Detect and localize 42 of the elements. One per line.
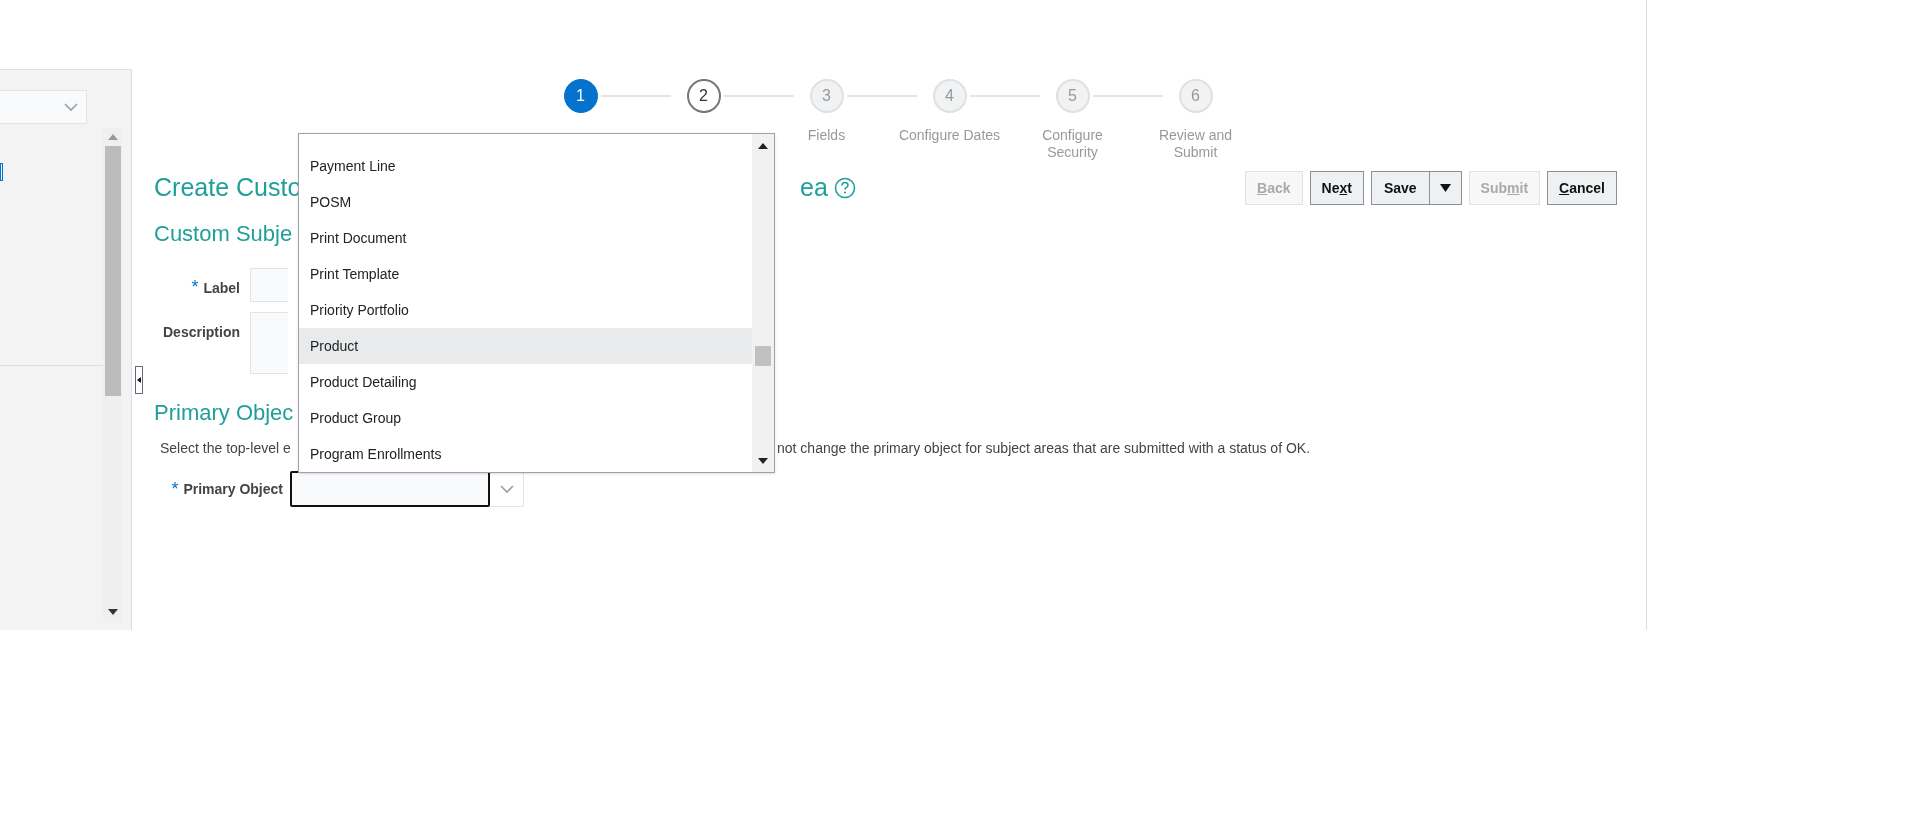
primary-object-select[interactable] — [290, 471, 524, 507]
step-label: Fields — [806, 127, 847, 144]
scrollbar[interactable] — [103, 128, 122, 621]
step-label: Review and Submit — [1157, 127, 1234, 161]
save-split-button[interactable]: Save — [1370, 171, 1462, 205]
required-asterisk: * — [191, 276, 199, 299]
section-heading: Custom Subje — [154, 220, 293, 248]
label-field[interactable] — [250, 268, 288, 302]
dropdown-item[interactable]: Product — [299, 328, 752, 365]
description-field[interactable] — [250, 312, 288, 374]
scroll-thumb[interactable] — [104, 146, 121, 396]
caret-icon[interactable] — [1439, 184, 1451, 192]
field-label: Primary Object — [183, 479, 283, 499]
chevron-down-icon — [64, 102, 78, 112]
step-label: Configure Security — [1041, 127, 1104, 161]
toolbar-button[interactable]: Cancel — [1547, 171, 1617, 205]
scroll-down-icon[interactable] — [107, 609, 118, 615]
dropdown-item[interactable]: Print Template — [299, 256, 752, 293]
required-asterisk: * — [171, 477, 179, 501]
dropdown-item[interactable]: Product Group — [299, 400, 752, 437]
dropdown-item[interactable]: Priority Portfolio — [299, 292, 752, 329]
chevron-down-icon — [499, 484, 514, 494]
dropdown-item[interactable]: Print Document — [299, 220, 752, 257]
dropdown-item[interactable]: Program Enrollments — [299, 436, 752, 472]
dropdown-item[interactable]: POSM — [299, 184, 752, 221]
section-heading: Primary Objec — [154, 399, 294, 427]
collapse-handle[interactable] — [135, 366, 143, 394]
page-title: ea — [800, 172, 828, 204]
save-label[interactable]: Save — [1371, 172, 1430, 204]
scroll-thumb[interactable] — [755, 346, 771, 366]
scrollbar[interactable] — [752, 134, 774, 472]
instruction-text: Select the top-level e — [160, 439, 292, 458]
step-label: Configure Dates — [897, 127, 1002, 144]
scroll-down-icon[interactable] — [758, 458, 768, 464]
help-icon[interactable] — [833, 177, 856, 199]
scroll-up-icon[interactable] — [758, 143, 768, 149]
dropdown-item[interactable]: Product Detailing — [299, 364, 752, 401]
toolbar-button[interactable]: Next — [1309, 171, 1364, 205]
instruction-text: not change the primary object for subject areas that are submitted with a status of OK. — [777, 439, 1311, 458]
dropdown-item[interactable]: Payment Line — [299, 149, 752, 185]
field-label: Description — [163, 323, 240, 342]
field-label: Label — [203, 279, 240, 298]
